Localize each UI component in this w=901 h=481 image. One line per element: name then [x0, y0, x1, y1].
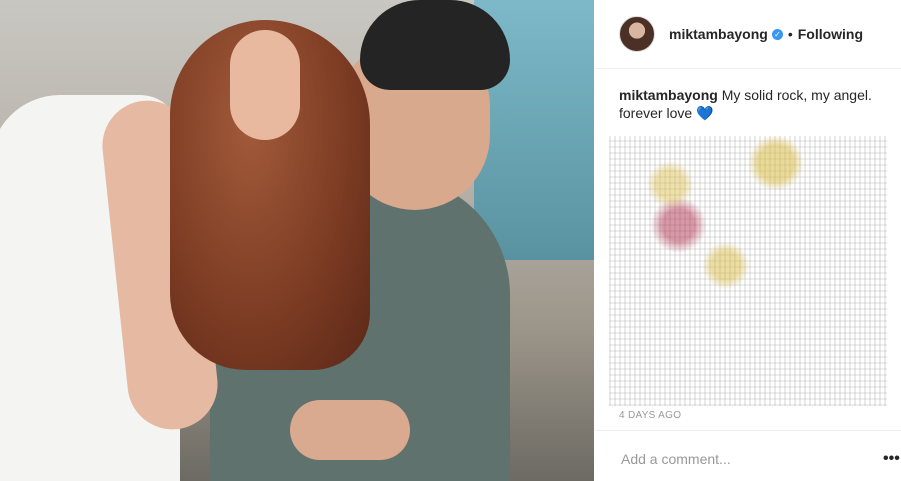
post-header: miktambayong ✓ • Following: [595, 0, 901, 69]
post-photo[interactable]: [0, 0, 594, 481]
obscured-comments-area: [609, 136, 887, 406]
divider: [595, 430, 901, 431]
more-options-icon[interactable]: •••: [883, 450, 900, 468]
photo-hand: [230, 30, 300, 140]
post-sidebar: miktambayong ✓ • Following miktambayong …: [595, 0, 901, 481]
separator-dot: •: [787, 26, 793, 42]
caption-username[interactable]: miktambayong: [619, 87, 718, 103]
blue-heart-icon: 💙: [696, 105, 714, 121]
post-timestamp: 4 DAYS AGO: [619, 410, 682, 421]
username-link[interactable]: miktambayong: [669, 26, 768, 42]
comment-input[interactable]: [619, 448, 863, 470]
photo-dark-hair: [360, 0, 510, 90]
verified-badge-icon: ✓: [771, 28, 783, 40]
following-button[interactable]: Following: [798, 26, 863, 42]
photo-hands: [290, 400, 410, 460]
post-caption: miktambayong My solid rock, my angel. fo…: [619, 86, 889, 122]
avatar[interactable]: [619, 16, 655, 52]
